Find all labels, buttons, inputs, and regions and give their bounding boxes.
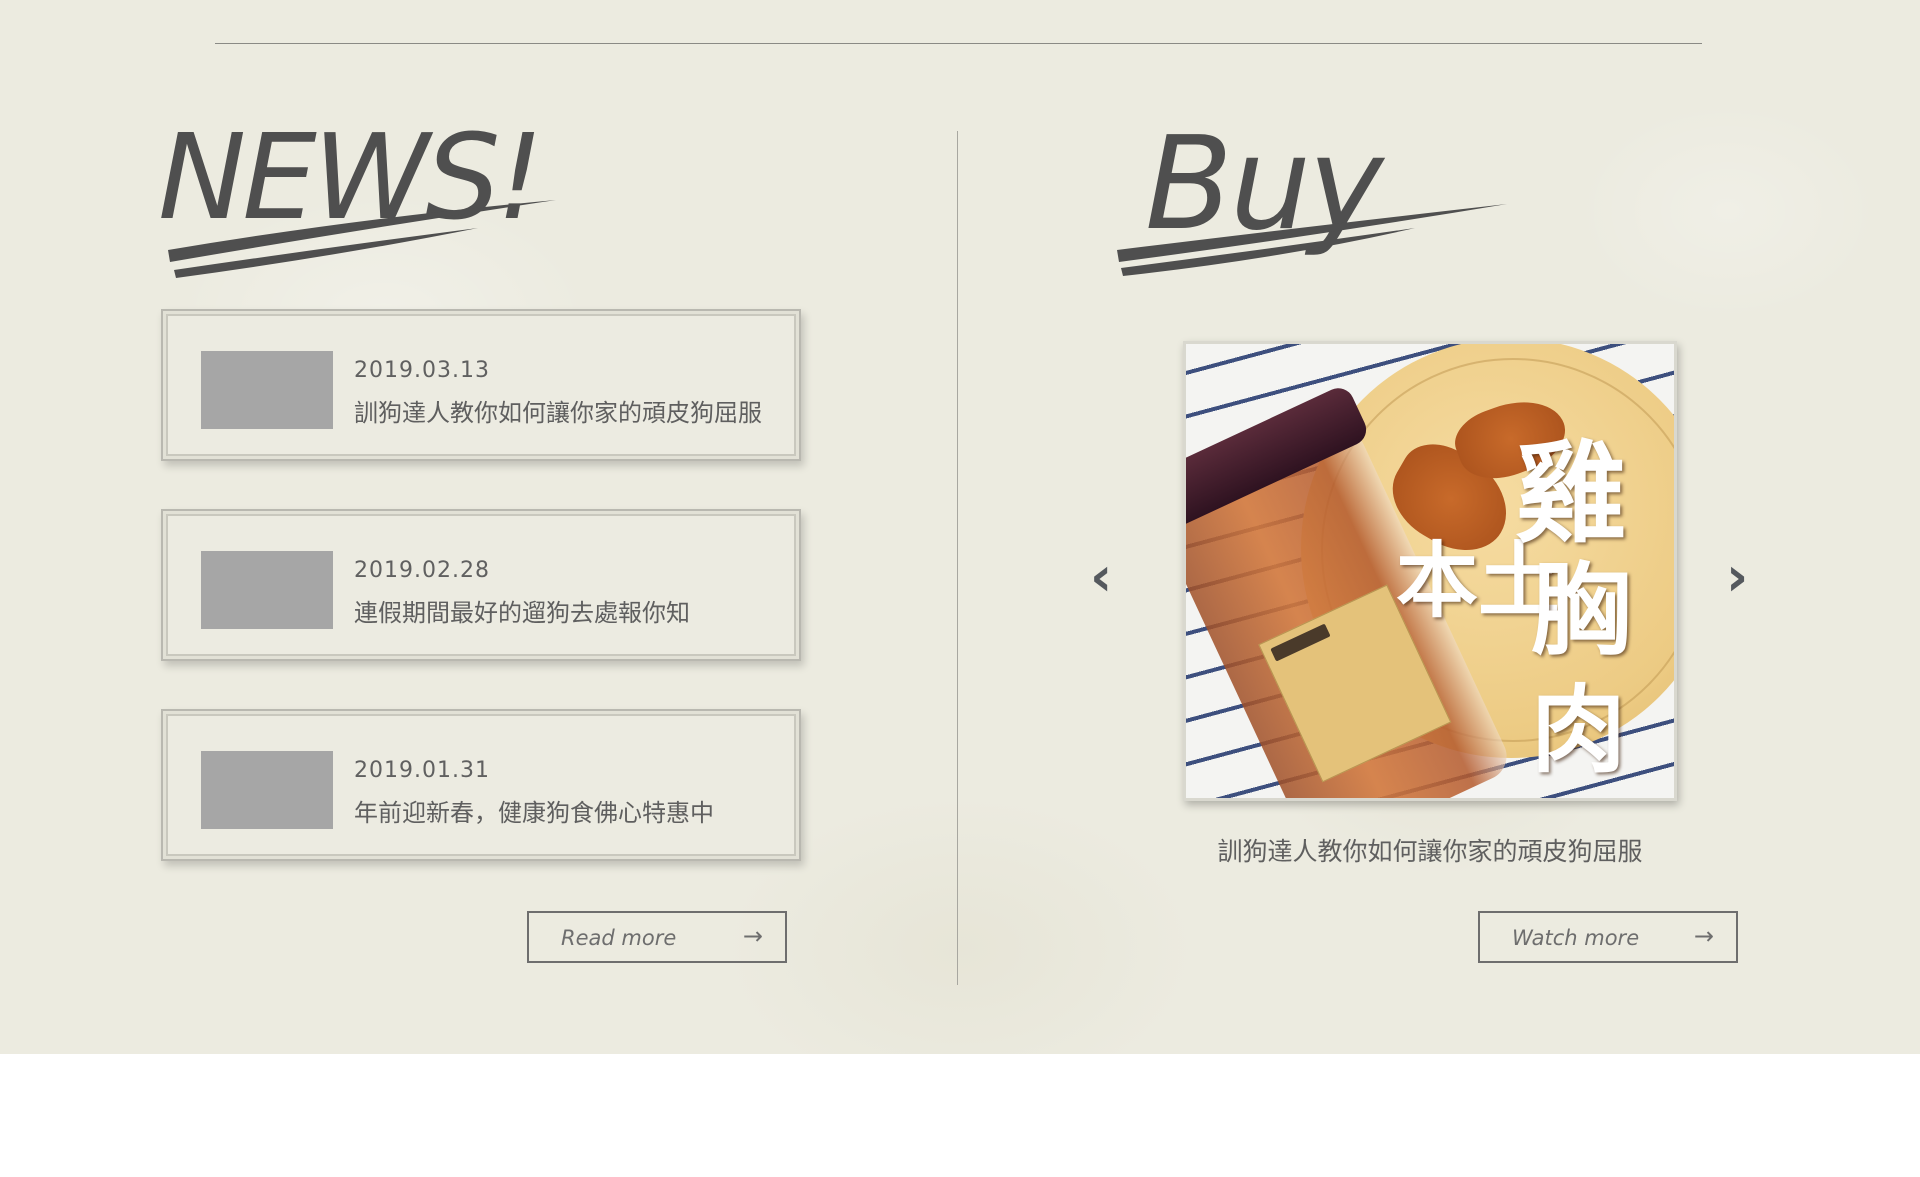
news-title[interactable]: 連假期間最好的遛狗去處報你知 — [354, 593, 690, 628]
news-heading-graphic: NEWS! — [158, 108, 556, 278]
arrow-right-icon: → — [1693, 922, 1714, 950]
news-title[interactable]: 年前迎新春，健康狗食佛心特惠中 — [354, 793, 714, 828]
news-card[interactable]: 2019.02.28 連假期間最好的遛狗去處報你知 — [161, 509, 801, 661]
news-thumbnail — [201, 751, 333, 829]
column-divider — [957, 131, 958, 985]
buy-heading: Buy — [1115, 110, 1535, 310]
product-overlay-text: 胸 — [1531, 551, 1631, 669]
page-background: NEWS! 2019.03.13 訓狗達人教你如何讓你家的頑皮狗屈服 2019.… — [0, 0, 1920, 1054]
news-date: 2019.01.31 — [354, 758, 490, 783]
news-date: 2019.03.13 — [354, 358, 490, 383]
top-divider — [215, 43, 1702, 44]
arrow-right-icon: → — [742, 922, 763, 950]
news-thumbnail — [201, 351, 333, 429]
news-card[interactable]: 2019.01.31 年前迎新春，健康狗食佛心特惠中 — [161, 709, 801, 861]
read-more-button[interactable]: Read more → — [527, 911, 787, 963]
news-card[interactable]: 2019.03.13 訓狗達人教你如何讓你家的頑皮狗屈服 — [161, 309, 801, 461]
news-date: 2019.02.28 — [354, 558, 490, 583]
chevron-left-icon[interactable]: ‹ — [1090, 550, 1112, 604]
watch-more-label: Watch more — [1512, 926, 1640, 950]
product-overlay-text: 肉 — [1531, 675, 1627, 786]
chevron-right-icon[interactable]: › — [1726, 550, 1748, 604]
product-image[interactable]: 本土 雞 胸 肉 — [1183, 341, 1677, 801]
read-more-label: Read more — [561, 926, 677, 950]
news-thumbnail — [201, 551, 333, 629]
news-title[interactable]: 訓狗達人教你如何讓你家的頑皮狗屈服 — [354, 393, 762, 428]
news-heading: NEWS! — [158, 100, 578, 280]
buy-heading-graphic: Buy — [1117, 110, 1507, 276]
product-caption[interactable]: 訓狗達人教你如何讓你家的頑皮狗屈服 — [1183, 832, 1677, 868]
watch-more-button[interactable]: Watch more → — [1478, 911, 1738, 963]
